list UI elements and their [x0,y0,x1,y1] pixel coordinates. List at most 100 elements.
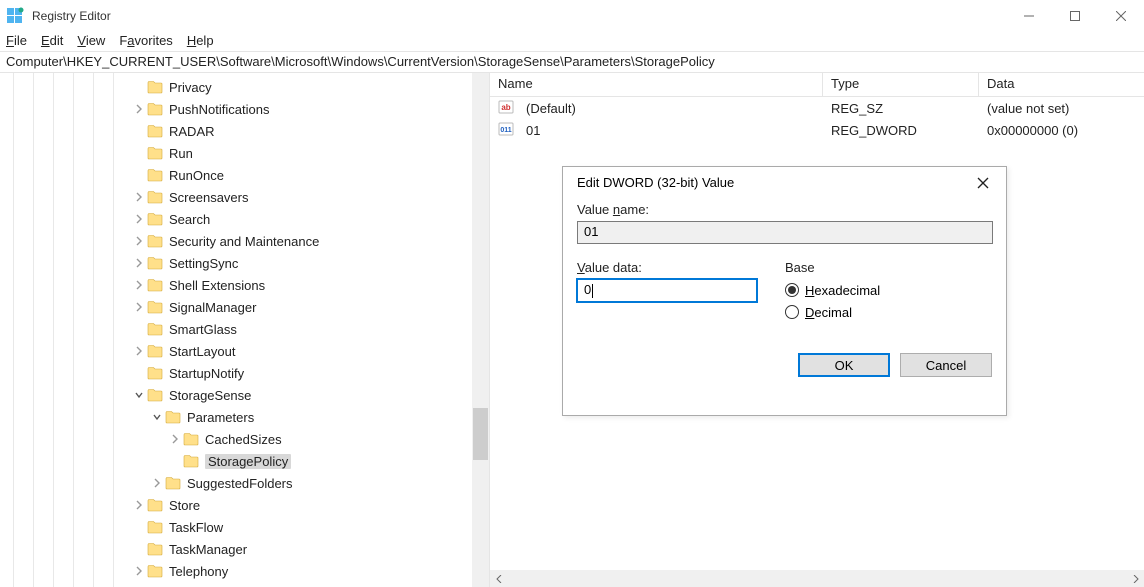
title-bar: Registry Editor [0,0,1144,31]
tree-item[interactable]: TaskFlow [0,516,472,538]
tree-item-label: TaskManager [169,542,247,557]
cancel-button[interactable]: Cancel [900,353,992,377]
cell-type: REG_SZ [823,101,979,116]
col-name[interactable]: Name [490,73,823,96]
value-data-label: Value data: [577,260,757,275]
chevron-right-icon[interactable] [168,432,182,446]
address-bar[interactable]: Computer\HKEY_CURRENT_USER\Software\Micr… [0,51,1144,73]
cell-data: 0x00000000 (0) [979,123,1139,138]
chevron-right-icon[interactable] [132,344,146,358]
chevron-right-icon[interactable] [132,256,146,270]
tree-item-label: PushNotifications [169,102,269,117]
tree-item[interactable]: StartLayout [0,340,472,362]
value-name-input[interactable]: 01 [577,221,993,244]
tree-item[interactable]: Store [0,494,472,516]
col-type[interactable]: Type [823,73,979,96]
tree-scrollbar-thumb[interactable] [473,408,488,460]
tree-item[interactable]: Parameters [0,406,472,428]
radio-icon [785,305,799,319]
radio-decimal[interactable]: Decimal [785,301,880,323]
tree-item-label: SmartGlass [169,322,237,337]
dialog-close-button[interactable] [970,170,996,196]
chevron-down-icon[interactable] [132,388,146,402]
tree-item-label: RunOnce [169,168,224,183]
list-columns: Name Type Data [490,73,1144,97]
chevron-right-icon[interactable] [150,476,164,490]
value-icon: 011 [490,121,518,140]
menu-file[interactable]: File [6,33,27,48]
col-data[interactable]: Data [979,73,1144,96]
chevron-right-icon[interactable] [132,102,146,116]
menu-view[interactable]: View [77,33,105,48]
tree-item-label: Shell Extensions [169,278,265,293]
maximize-button[interactable] [1052,0,1098,31]
list-row[interactable]: 011 01REG_DWORD0x00000000 (0) [490,119,1144,141]
chevron-right-icon[interactable] [132,278,146,292]
tree-item[interactable]: SignalManager [0,296,472,318]
tree-item[interactable]: Screensavers [0,186,472,208]
tree-item-label: Privacy [169,80,212,95]
tree-item-label: Search [169,212,210,227]
close-button[interactable] [1098,0,1144,31]
tree-item-label: StorageSense [169,388,251,403]
list-row[interactable]: ab(Default)REG_SZ(value not set) [490,97,1144,119]
tree-item-label: StartLayout [169,344,236,359]
tree-item[interactable]: SettingSync [0,252,472,274]
tree-item[interactable]: Security and Maintenance [0,230,472,252]
hscroll-left-icon[interactable] [490,570,507,587]
tree-item[interactable]: SuggestedFolders [0,472,472,494]
tree-item[interactable]: RADAR [0,120,472,142]
tree-item-label: Store [169,498,200,513]
tree-item-label: SettingSync [169,256,238,271]
svg-text:011: 011 [500,127,511,134]
chevron-right-icon[interactable] [132,190,146,204]
tree-item[interactable]: SmartGlass [0,318,472,340]
tree-item[interactable]: TaskManager [0,538,472,560]
list-hscrollbar[interactable] [490,570,1144,587]
chevron-down-icon[interactable] [150,410,164,424]
value-data-input[interactable]: 0 [577,279,757,302]
tree-item[interactable]: PushNotifications [0,98,472,120]
svg-text:ab: ab [501,103,510,112]
hscroll-right-icon[interactable] [1127,570,1144,587]
tree-item[interactable]: StoragePolicy [0,450,472,472]
tree-item[interactable]: Search [0,208,472,230]
window-title: Registry Editor [32,9,111,23]
tree-item[interactable]: StartupNotify [0,362,472,384]
tree-pane: Privacy PushNotifications RADAR Run RunOnce S… [0,73,490,587]
tree-item-label: StoragePolicy [205,454,291,469]
menu-favorites[interactable]: Favorites [119,33,172,48]
tree-item-label: Parameters [187,410,254,425]
edit-dword-dialog: Edit DWORD (32-bit) Value Value name: 01… [562,166,1007,416]
tree-item-label: Run [169,146,193,161]
list-pane: Name Type Data ab(Default)REG_SZ(value n… [490,73,1144,587]
chevron-right-icon[interactable] [132,212,146,226]
menu-edit[interactable]: Edit [41,33,63,48]
radio-hexadecimal[interactable]: Hexadecimal [785,279,880,301]
cell-data: (value not set) [979,101,1139,116]
value-name-label: Value name: [577,202,992,217]
chevron-right-icon[interactable] [132,564,146,578]
tree-item[interactable]: Telephony [0,560,472,582]
tree-item[interactable]: Shell Extensions [0,274,472,296]
tree-item-label: Telephony [169,564,228,579]
tree-scrollbar[interactable] [472,73,489,587]
dialog-title: Edit DWORD (32-bit) Value [577,175,734,190]
chevron-right-icon[interactable] [132,498,146,512]
tree-item[interactable]: CachedSizes [0,428,472,450]
tree-item[interactable]: StorageSense [0,384,472,406]
cell-name: 01 [518,123,823,138]
chevron-right-icon[interactable] [132,234,146,248]
value-icon: ab [490,99,518,118]
tree-item[interactable]: Privacy [0,76,472,98]
ok-button[interactable]: OK [798,353,890,377]
chevron-right-icon[interactable] [132,300,146,314]
menu-help[interactable]: Help [187,33,214,48]
app-icon [6,7,24,25]
minimize-button[interactable] [1006,0,1052,31]
tree-item-label: Security and Maintenance [169,234,319,249]
radio-icon [785,283,799,297]
tree-item[interactable]: RunOnce [0,164,472,186]
tree-item[interactable]: Run [0,142,472,164]
cell-type: REG_DWORD [823,123,979,138]
